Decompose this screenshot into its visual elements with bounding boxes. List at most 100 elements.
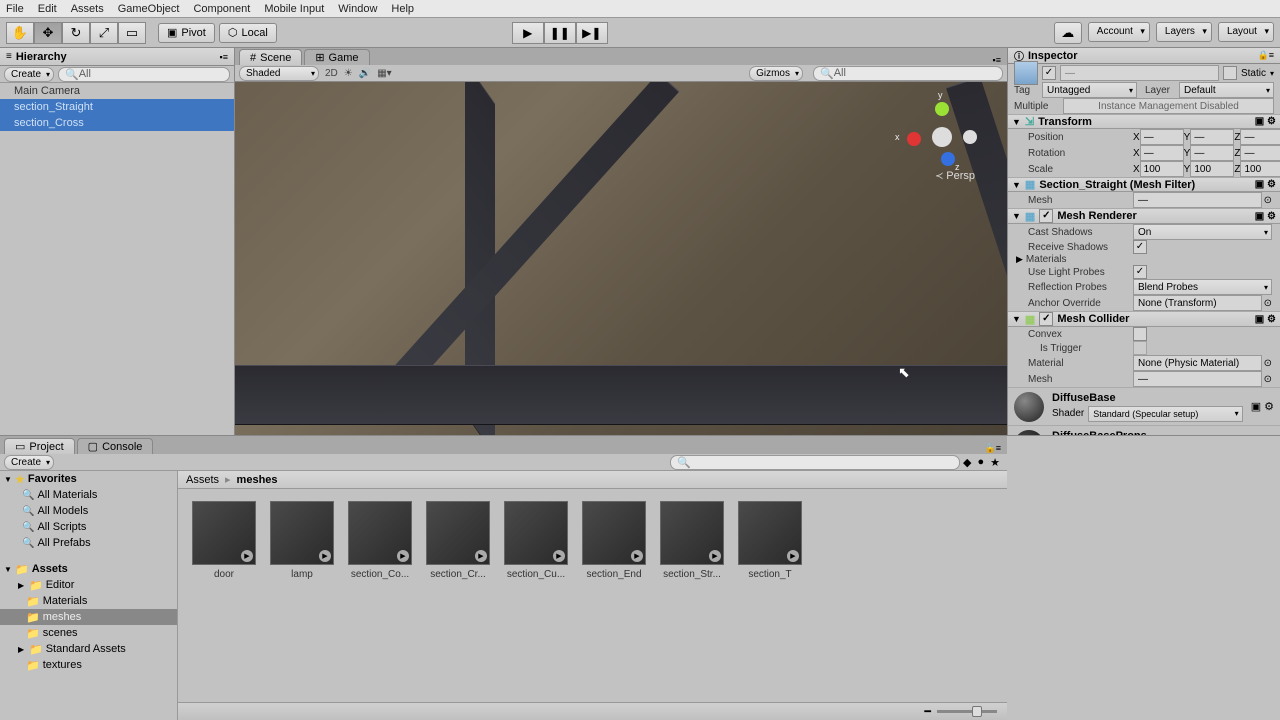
asset-item[interactable]: ▶section_T — [736, 501, 804, 580]
tab-scene[interactable]: #Scene — [239, 49, 302, 65]
object-picker-icon[interactable]: ⊙ — [1264, 374, 1272, 385]
local-toggle[interactable]: ⬡Local — [219, 23, 277, 43]
mesh-collider-header[interactable]: ▼ ▦ ✓ Mesh Collider ▣ ⚙ — [1008, 311, 1280, 327]
breadcrumb-meshes[interactable]: meshes — [237, 474, 278, 486]
folder-scenes[interactable]: 📁scenes — [0, 625, 177, 641]
static-dropdown-icon[interactable]: ▾ — [1270, 69, 1274, 78]
mesh-renderer-header[interactable]: ▼ ▦ ✓ Mesh Renderer ▣ ⚙ — [1008, 208, 1280, 224]
folder-standard-assets[interactable]: ▶📁Standard Assets — [0, 641, 177, 657]
tab-game[interactable]: ⊞Game — [304, 49, 369, 65]
gizmos-dropdown[interactable]: Gizmos — [749, 66, 803, 81]
cloud-button[interactable]: ☁ — [1054, 22, 1082, 44]
move-tool[interactable]: ✥ — [34, 22, 62, 44]
orientation-gizmo[interactable]: x y z — [907, 102, 977, 172]
name-field[interactable]: — — [1060, 65, 1219, 81]
object-picker-icon[interactable]: ⊙ — [1264, 195, 1272, 206]
transform-component-header[interactable]: ▼ ⇲ Transform ▣ ⚙ — [1008, 114, 1280, 129]
account-dropdown[interactable]: Account — [1088, 22, 1150, 42]
toggle-audio-icon[interactable]: 🔊 — [359, 68, 371, 79]
hierarchy-item-section-cross[interactable]: section_Cross — [0, 115, 234, 131]
folder-materials[interactable]: 📁Materials — [0, 593, 177, 609]
hierarchy-search[interactable]: 🔍All — [58, 67, 230, 82]
inspector-tab[interactable]: ⓘ Inspector 🔒≡ — [1008, 48, 1280, 64]
physic-material-field[interactable]: None (Physic Material) — [1133, 355, 1262, 371]
asset-item[interactable]: ▶section_Co... — [346, 501, 414, 580]
toggle-fx-icon[interactable]: ▦▾ — [377, 68, 391, 79]
layers-dropdown[interactable]: Layers — [1156, 22, 1212, 42]
fold-icon[interactable]: ▼ — [1012, 117, 1021, 127]
layout-dropdown[interactable]: Layout — [1218, 22, 1274, 42]
save-filter-icon[interactable]: ★ — [990, 456, 1000, 469]
renderer-enabled-checkbox[interactable]: ✓ — [1039, 209, 1053, 223]
menu-component[interactable]: Component — [193, 3, 250, 15]
asset-item[interactable]: ▶section_Str... — [658, 501, 726, 580]
pos-y-field[interactable] — [1190, 129, 1234, 145]
step-button[interactable]: ▶❚ — [576, 22, 608, 44]
scl-y-field[interactable] — [1190, 161, 1234, 177]
hierarchy-create-dropdown[interactable]: Create — [4, 67, 54, 82]
asset-item[interactable]: ▶lamp — [268, 501, 336, 580]
toggle-lighting-icon[interactable]: ☀ — [344, 68, 353, 79]
menu-assets[interactable]: Assets — [71, 3, 104, 15]
assets-root[interactable]: ▼📁Assets — [0, 561, 177, 577]
light-probes-checkbox[interactable]: ✓ — [1133, 265, 1147, 279]
gear-icon[interactable]: ▣ ⚙ — [1255, 179, 1276, 190]
gizmo-z-axis[interactable] — [941, 152, 955, 166]
fav-all-prefabs[interactable]: 🔍All Prefabs — [0, 535, 177, 551]
scene-search[interactable]: 🔍All — [813, 66, 1003, 81]
hierarchy-item-section-straight[interactable]: section_Straight — [0, 99, 234, 115]
panel-lock-icon[interactable]: 🔒≡ — [1258, 50, 1274, 61]
scl-z-field[interactable] — [1240, 161, 1280, 177]
asset-item[interactable]: ▶section_Cu... — [502, 501, 570, 580]
tab-project[interactable]: ▭Project — [4, 438, 75, 454]
projection-label[interactable]: ≺ Persp — [935, 170, 975, 182]
pivot-toggle[interactable]: ▣Pivot — [158, 23, 215, 43]
receive-shadows-checkbox[interactable]: ✓ — [1133, 240, 1147, 254]
toggle-2d[interactable]: 2D — [325, 68, 338, 79]
menu-help[interactable]: Help — [391, 3, 414, 15]
pause-button[interactable]: ❚❚ — [544, 22, 576, 44]
folder-editor[interactable]: ▶📁Editor — [0, 577, 177, 593]
mesh-field[interactable]: — — [1133, 192, 1262, 208]
object-picker-icon[interactable]: ⊙ — [1264, 298, 1272, 309]
rot-y-field[interactable] — [1190, 145, 1234, 161]
breadcrumb-assets[interactable]: Assets — [186, 474, 219, 486]
fav-all-models[interactable]: 🔍All Models — [0, 503, 177, 519]
material-diffusebaseprops[interactable]: DiffuseBaseProps Shader Standard ▣ ⚙ — [1008, 425, 1280, 435]
mesh-filter-header[interactable]: ▼ ▦ Section_Straight (Mesh Filter) ▣ ⚙ — [1008, 177, 1280, 192]
fold-icon[interactable]: ▼ — [1012, 180, 1021, 190]
fav-all-scripts[interactable]: 🔍All Scripts — [0, 519, 177, 535]
filter-icon[interactable]: ● — [977, 456, 984, 468]
asset-item[interactable]: ▶section_End — [580, 501, 648, 580]
rotate-tool[interactable]: ↻ — [62, 22, 90, 44]
menu-mobile-input[interactable]: Mobile Input — [264, 3, 324, 15]
filter-icon[interactable]: ◆ — [963, 456, 971, 469]
reflection-probes-dropdown[interactable]: Blend Probes — [1133, 279, 1272, 295]
shader-dropdown[interactable]: Standard (Specular setup) — [1088, 406, 1242, 422]
shading-mode-dropdown[interactable]: Shaded — [239, 66, 319, 81]
static-checkbox[interactable] — [1223, 66, 1237, 80]
rot-z-field[interactable] — [1240, 145, 1280, 161]
thumbnail-size-slider[interactable] — [937, 710, 997, 713]
panel-menu-icon[interactable]: ▪≡ — [993, 55, 1001, 65]
cast-shadows-dropdown[interactable]: On — [1133, 224, 1272, 240]
folder-meshes[interactable]: 📁meshes — [0, 609, 177, 625]
folder-textures[interactable]: 📁textures — [0, 657, 177, 673]
hierarchy-item-main-camera[interactable]: Main Camera — [0, 83, 234, 99]
asset-item[interactable]: ▶section_Cr... — [424, 501, 492, 580]
gizmo-x-axis[interactable] — [907, 132, 921, 146]
panel-menu-icon[interactable]: ▪≡ — [220, 52, 228, 62]
menu-edit[interactable]: Edit — [38, 3, 57, 15]
project-create-dropdown[interactable]: Create — [4, 455, 54, 470]
tag-dropdown[interactable]: Untagged — [1042, 82, 1137, 98]
collider-enabled-checkbox[interactable]: ✓ — [1039, 312, 1053, 326]
hand-tool[interactable]: ✋ — [6, 22, 34, 44]
scale-tool[interactable]: ⤢ — [90, 22, 118, 44]
rot-x-field[interactable] — [1140, 145, 1184, 161]
project-search[interactable]: 🔍 — [670, 455, 960, 470]
play-button[interactable]: ▶ — [512, 22, 544, 44]
help-icon[interactable]: ▣ ⚙ — [1255, 116, 1276, 127]
rect-tool[interactable]: ▭ — [118, 22, 146, 44]
menu-file[interactable]: File — [6, 3, 24, 15]
pos-x-field[interactable] — [1140, 129, 1184, 145]
